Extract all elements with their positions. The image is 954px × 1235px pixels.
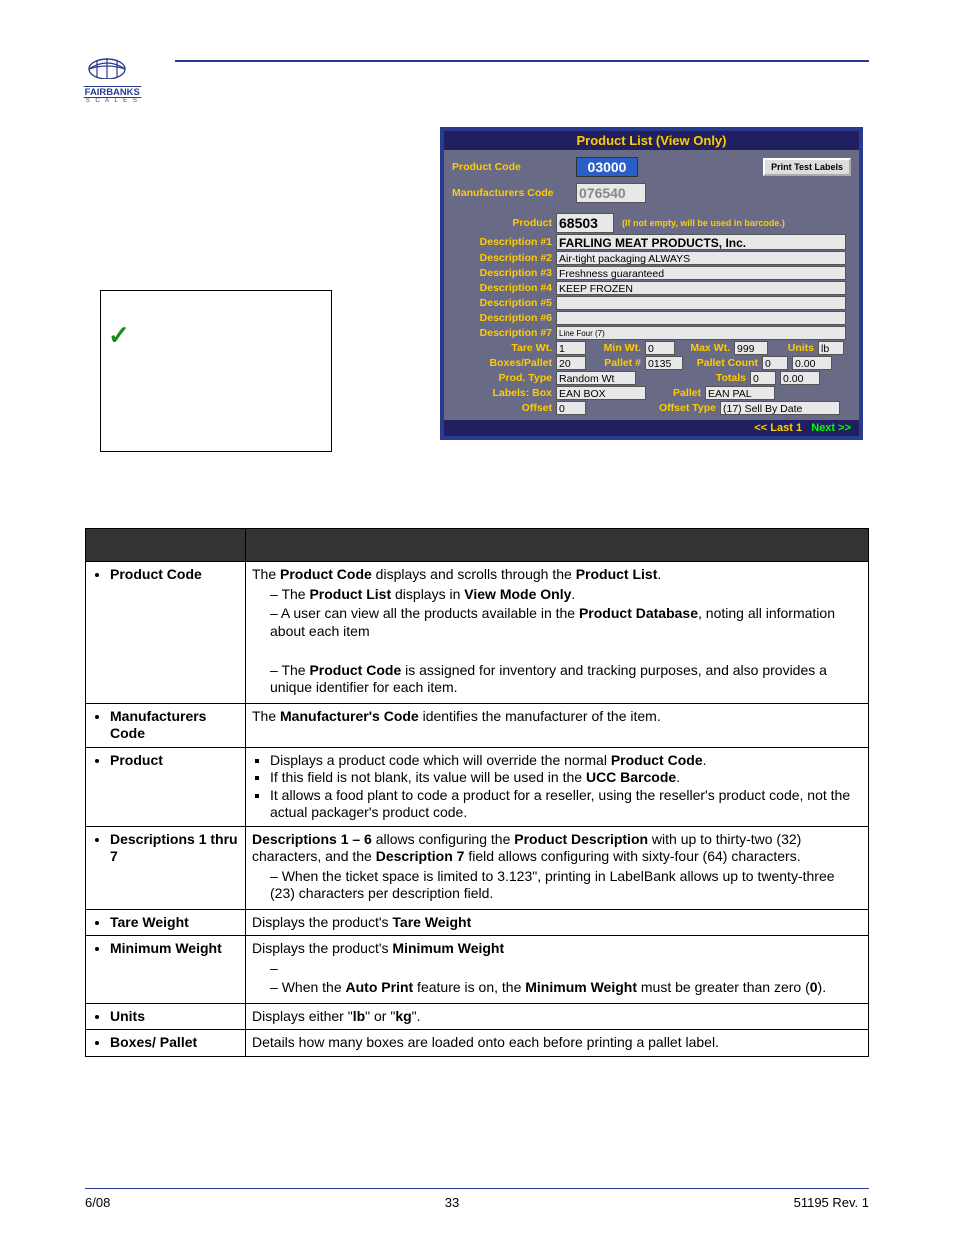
body-cell: Details how many boxes are loaded onto e…	[246, 1030, 869, 1057]
description-row: Description #3Freshness guaranteed	[452, 266, 851, 280]
product-field[interactable]: 68503	[556, 213, 614, 233]
description-field[interactable]: KEEP FROZEN	[556, 281, 846, 295]
product-label: Product	[452, 217, 556, 229]
mfg-code-label: Manufacturers Code	[452, 187, 576, 199]
description-row: Description #4KEEP FROZEN	[452, 281, 851, 295]
product-code-field[interactable]: 03000	[576, 157, 638, 177]
table-header-left	[86, 529, 246, 562]
body-cell: Displays either "lb" or "kg".	[246, 1003, 869, 1030]
nav-last[interactable]: << Last 1	[754, 422, 802, 434]
print-test-labels-button[interactable]: Print Test Labels	[763, 158, 851, 176]
description-label: Description #6	[452, 312, 556, 324]
offset-label: Offset	[452, 402, 556, 414]
body-cell: Displays the product's Tare Weight	[246, 909, 869, 936]
description-label: Description #1	[452, 236, 556, 248]
boxes-label: Boxes/Pallet	[452, 357, 556, 369]
description-row: Description #2Air-tight packaging ALWAYS	[452, 251, 851, 265]
labelsbox-label: Labels: Box	[452, 387, 556, 399]
mfg-code-field[interactable]: 076540	[576, 183, 646, 203]
body-cell: Descriptions 1 – 6 allows configuring th…	[246, 826, 869, 909]
tare-field[interactable]: 1	[556, 341, 586, 355]
topic-cell: Units	[86, 1003, 246, 1030]
footer-center: 33	[445, 1195, 459, 1210]
body-cell: Displays the product's Minimum WeightWhe…	[246, 936, 869, 1004]
units-label: Units	[768, 342, 818, 354]
nav-bar: << Last 1 Next >>	[444, 420, 859, 436]
description-label: Description #4	[452, 282, 556, 294]
reference-table: Product CodeThe Product Code displays an…	[85, 528, 869, 1057]
description-field[interactable]: Air-tight packaging ALWAYS	[556, 251, 846, 265]
nav-next[interactable]: Next >>	[811, 422, 851, 434]
placeholder-box	[100, 290, 332, 452]
table-row: Tare WeightDisplays the product's Tare W…	[86, 909, 869, 936]
description-field[interactable]: Freshness guaranteed	[556, 266, 846, 280]
units-field[interactable]: lb	[818, 341, 844, 355]
description-row: Description #7Line Four (7)	[452, 326, 851, 340]
description-field[interactable]: FARLING MEAT PRODUCTS, Inc.	[556, 234, 846, 250]
ptype-field[interactable]: Random Wt	[556, 371, 636, 385]
ptype-label: Prod. Type	[452, 372, 556, 384]
totals2-field[interactable]: 0.00	[780, 371, 820, 385]
totals-label: Totals	[636, 372, 750, 384]
topic-cell: Manufacturers Code	[86, 703, 246, 747]
description-row: Description #1FARLING MEAT PRODUCTS, Inc…	[452, 234, 851, 250]
topic-cell: Tare Weight	[86, 909, 246, 936]
brand-name: FAIRBANKS	[84, 86, 141, 98]
brand-logo: FAIRBANKS S C A L E S	[85, 55, 140, 104]
table-row: Product CodeThe Product Code displays an…	[86, 562, 869, 704]
footer-right: 51195 Rev. 1	[794, 1195, 869, 1210]
pallet-field[interactable]: EAN PAL	[705, 386, 775, 400]
table-row: UnitsDisplays either "lb" or "kg".	[86, 1003, 869, 1030]
palletnum-label: Pallet #	[586, 357, 645, 369]
topic-cell: Minimum Weight	[86, 936, 246, 1004]
table-row: ProductDisplays a product code which wil…	[86, 747, 869, 826]
description-label: Description #5	[452, 297, 556, 309]
body-cell: The Product Code displays and scrolls th…	[246, 562, 869, 704]
totals-field[interactable]: 0	[750, 371, 776, 385]
page-footer: 6/08 33 51195 Rev. 1	[85, 1188, 869, 1210]
description-field[interactable]	[556, 296, 846, 310]
pcount-label: Pallet Count	[683, 357, 762, 369]
min-label: Min Wt.	[586, 342, 645, 354]
table-row: Manufacturers CodeThe Manufacturer's Cod…	[86, 703, 869, 747]
tare-label: Tare Wt.	[452, 342, 556, 354]
min-field[interactable]: 0	[645, 341, 675, 355]
labelsbox-field[interactable]: EAN BOX	[556, 386, 646, 400]
boxes-field[interactable]: 20	[556, 356, 586, 370]
description-label: Description #3	[452, 267, 556, 279]
table-row: Minimum WeightDisplays the product's Min…	[86, 936, 869, 1004]
product-list-screenshot: Product List (View Only) Product Code 03…	[440, 127, 863, 440]
header-rule	[175, 60, 869, 62]
table-row: Descriptions 1 thru 7Descriptions 1 – 6 …	[86, 826, 869, 909]
description-row: Description #6	[452, 311, 851, 325]
description-row: Description #5	[452, 296, 851, 310]
panel-title: Product List (View Only)	[444, 131, 859, 150]
palletnum-field[interactable]: 0135	[645, 356, 683, 370]
barcode-note: (If not empty, will be used in barcode.)	[622, 218, 785, 228]
description-label: Description #2	[452, 252, 556, 264]
table-row: Boxes/ PalletDetails how many boxes are …	[86, 1030, 869, 1057]
body-cell: The Manufacturer's Code identifies the m…	[246, 703, 869, 747]
topic-cell: Product	[86, 747, 246, 826]
body-cell: Displays a product code which will overr…	[246, 747, 869, 826]
footer-left: 6/08	[85, 1195, 110, 1210]
globe-icon	[85, 55, 129, 79]
pcount-field[interactable]: 0	[762, 356, 788, 370]
topic-cell: Descriptions 1 thru 7	[86, 826, 246, 909]
topic-cell: Boxes/ Pallet	[86, 1030, 246, 1057]
max-label: Max Wt.	[675, 342, 734, 354]
product-code-label: Product Code	[452, 161, 576, 173]
description-field[interactable]: Line Four (7)	[556, 326, 846, 340]
pallet-label: Pallet	[646, 387, 705, 399]
offset-field[interactable]: 0	[556, 401, 586, 415]
max-field[interactable]: 999	[734, 341, 768, 355]
check-icon: ✓	[108, 320, 130, 351]
table-header-right	[246, 529, 869, 562]
description-field[interactable]	[556, 311, 846, 325]
description-label: Description #7	[452, 327, 556, 339]
pcount2-field[interactable]: 0.00	[792, 356, 832, 370]
topic-cell: Product Code	[86, 562, 246, 704]
otype-label: Offset Type	[586, 402, 720, 414]
otype-field[interactable]: (17) Sell By Date	[720, 401, 840, 415]
